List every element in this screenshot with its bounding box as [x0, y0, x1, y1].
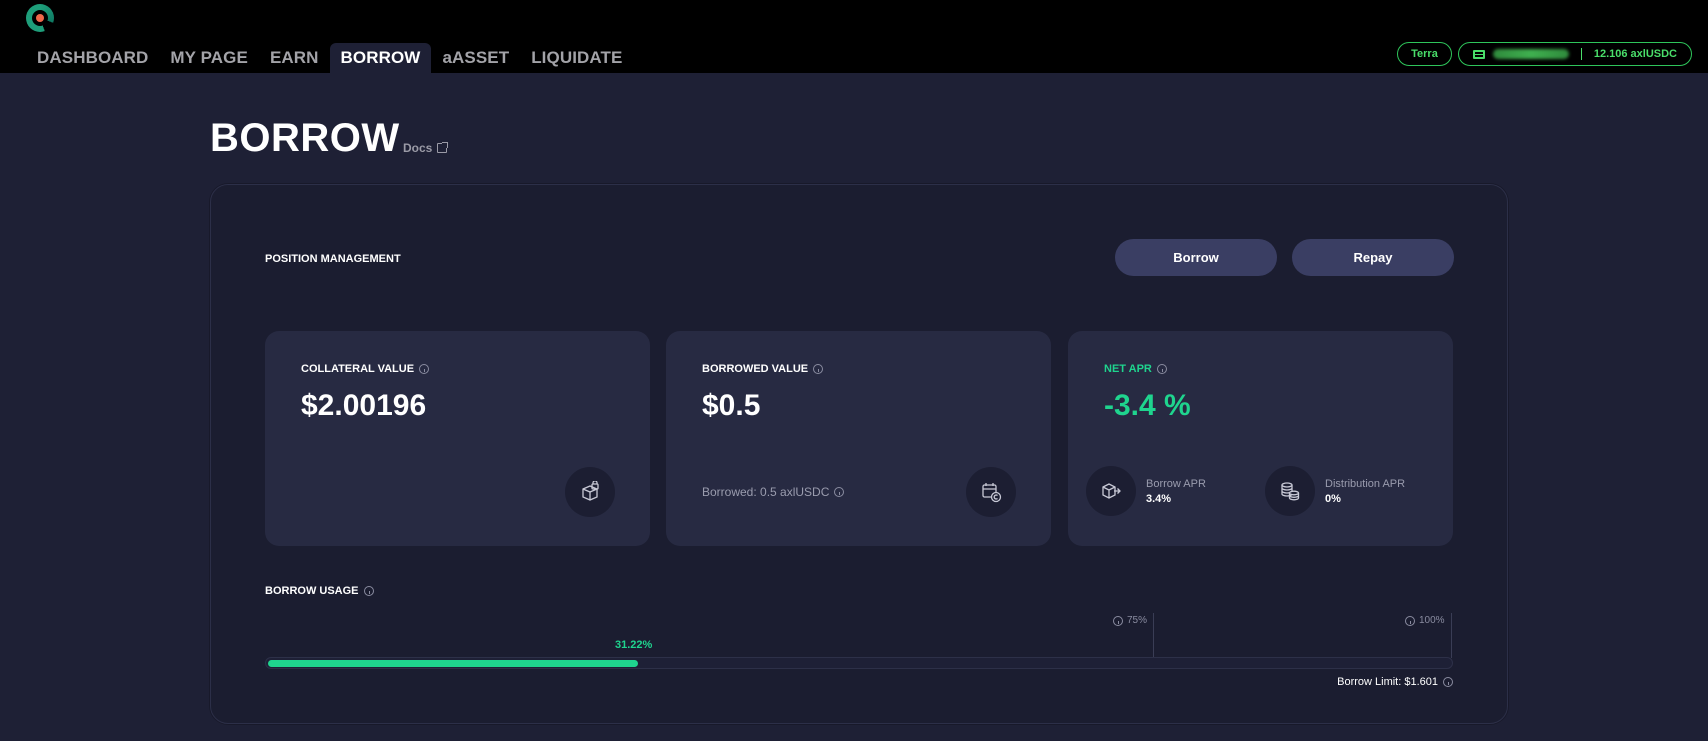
info-icon[interactable] [363, 586, 374, 596]
distribution-apr-block: Distribution APR 0% [1265, 466, 1405, 516]
borrow-usage-label: BORROW USAGE [265, 585, 359, 597]
borrow-apr-texts: Borrow APR 3.4% [1146, 478, 1206, 505]
distribution-apr-texts: Distribution APR 0% [1325, 478, 1405, 505]
wallet-address-blurred [1492, 49, 1569, 59]
borrow-apr-block: Borrow APR 3.4% [1086, 466, 1206, 516]
nav-earn[interactable]: EARN [259, 43, 330, 73]
borrow-button[interactable]: Borrow [1115, 239, 1277, 276]
tick-100-line [1451, 613, 1452, 658]
repay-button[interactable]: Repay [1292, 239, 1454, 276]
tick-100-label-row: 100% [1405, 615, 1445, 626]
borrow-usage-label-row: BORROW USAGE [265, 585, 374, 597]
collateral-label: COLLATERAL VALUE [301, 363, 415, 375]
collateral-label-row: COLLATERAL VALUE [301, 363, 430, 375]
info-icon[interactable] [419, 364, 430, 374]
borrow-apr-label: Borrow APR [1146, 477, 1206, 490]
borrowed-label: BORROWED VALUE [702, 363, 809, 375]
wallet-icon [1472, 49, 1485, 59]
net-apr-value: -3.4 % [1104, 389, 1191, 422]
nav-borrow[interactable]: BORROW [329, 43, 432, 73]
borrow-panel: POSITION MANAGEMENT Borrow Repay COLLATE… [210, 184, 1508, 724]
collateral-value: $2.00196 [301, 389, 427, 422]
net-apr-label: NET APR [1104, 363, 1152, 375]
position-management-label: POSITION MANAGEMENT [265, 253, 401, 265]
tick-75-line [1153, 613, 1154, 658]
info-icon[interactable] [1156, 364, 1167, 374]
box-arrow-icon [1086, 466, 1136, 516]
calendar-coin-icon [966, 467, 1016, 517]
borrow-usage-bar: 75% 100% 31.22% [265, 605, 1453, 685]
usage-track [265, 657, 1453, 669]
header-actions: Terra 12.106 axlUSDC [1397, 42, 1692, 66]
borrowed-card: BORROWED VALUE $0.5 Borrowed: 0.5 axlUSD… [666, 331, 1051, 546]
net-apr-card: NET APR -3.4 % Borrow APR 3.4% Distribut… [1068, 331, 1453, 546]
usage-fill [268, 660, 638, 667]
info-icon[interactable] [1443, 677, 1453, 687]
collateral-card: COLLATERAL VALUE $2.00196 [265, 331, 650, 546]
usage-percent-label: 31.22% [615, 639, 653, 651]
wallet-balance: 12.106 axlUSDC [1593, 48, 1677, 60]
top-header: DASHBOARD MY PAGE EARN BORROW aASSET LIQ… [0, 0, 1708, 73]
network-button[interactable]: Terra [1397, 42, 1452, 66]
borrowed-amount-row: Borrowed: 0.5 axlUSDC [702, 485, 845, 499]
borrow-limit-row: Borrow Limit: $1.601 [1337, 676, 1453, 688]
distribution-apr-label: Distribution APR [1325, 477, 1406, 490]
nav-liquidate[interactable]: LIQUIDATE [520, 43, 633, 73]
nav-dashboard[interactable]: DASHBOARD [26, 43, 159, 73]
tick-75-label-row: 75% [1113, 615, 1147, 626]
info-icon[interactable] [1113, 615, 1123, 626]
app-logo[interactable] [26, 4, 54, 32]
nav-aasset[interactable]: aASSET [431, 43, 520, 73]
coins-stack-icon [1265, 466, 1315, 516]
info-icon[interactable] [813, 364, 824, 374]
main-nav: DASHBOARD MY PAGE EARN BORROW aASSET LIQ… [26, 43, 633, 73]
tick-75-label: 75% [1127, 615, 1148, 626]
tick-100-label: 100% [1419, 615, 1445, 626]
distribution-apr-value: 0% [1325, 492, 1341, 505]
docs-link[interactable]: Docs [403, 141, 449, 155]
nav-my-page[interactable]: MY PAGE [159, 43, 259, 73]
borrow-apr-value: 3.4% [1146, 492, 1172, 505]
info-icon[interactable] [834, 487, 845, 497]
wallet-button[interactable]: 12.106 axlUSDC [1457, 42, 1692, 66]
borrow-limit: Borrow Limit: $1.601 [1337, 676, 1438, 688]
info-icon[interactable] [1405, 615, 1415, 626]
page-title: BORROW [210, 116, 400, 160]
external-link-icon [437, 142, 449, 153]
borrowed-label-row: BORROWED VALUE [702, 363, 824, 375]
collateral-lock-icon [565, 467, 615, 517]
divider [1580, 48, 1582, 60]
borrowed-value: $0.5 [702, 389, 761, 422]
docs-label: Docs [403, 141, 433, 155]
borrowed-amount: Borrowed: 0.5 axlUSDC [702, 485, 830, 499]
net-apr-label-row: NET APR [1104, 363, 1167, 375]
